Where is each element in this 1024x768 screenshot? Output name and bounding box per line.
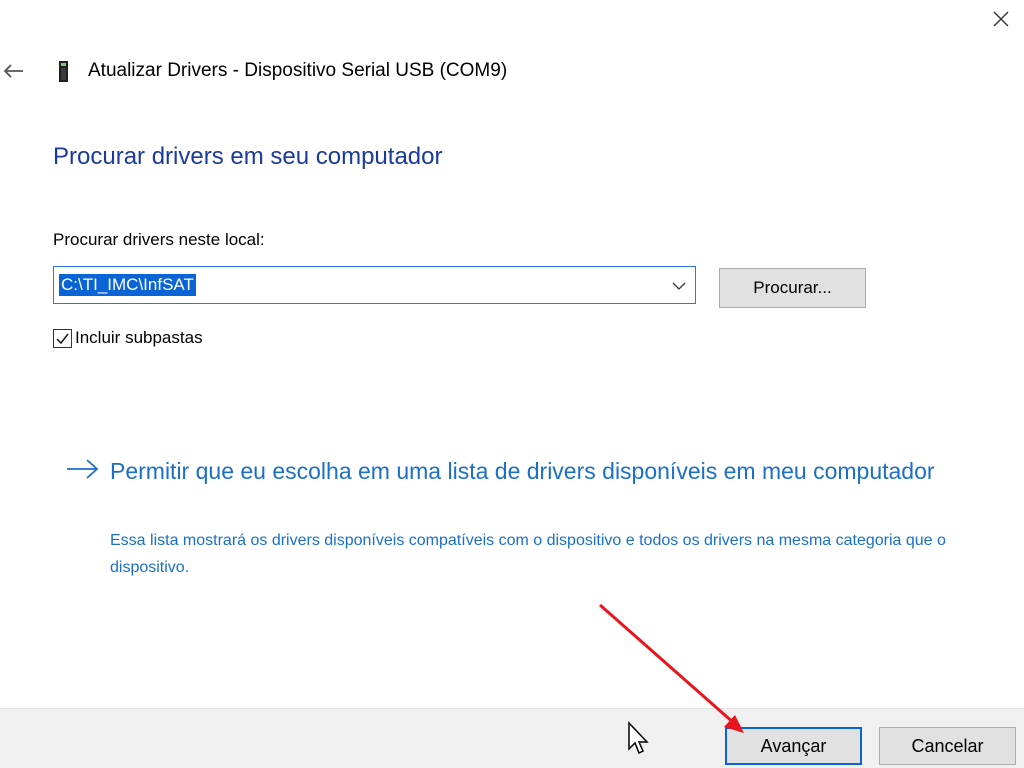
- red-arrow-line: [599, 603, 736, 726]
- arrow-right-icon: [67, 459, 99, 479]
- window-title: Atualizar Drivers - Dispositivo Serial U…: [88, 60, 508, 81]
- update-drivers-dialog: Atualizar Drivers - Dispositivo Serial U…: [0, 0, 1024, 768]
- close-button[interactable]: [986, 4, 1016, 34]
- page-heading: Procurar drivers em seu computador: [53, 143, 443, 170]
- checkmark-icon: [56, 333, 69, 344]
- include-subfolders-checkbox-row[interactable]: Incluir subpastas: [53, 328, 203, 348]
- usb-device-icon: [59, 61, 68, 82]
- next-button[interactable]: Avançar: [725, 727, 862, 765]
- include-subfolders-label: Incluir subpastas: [75, 328, 203, 347]
- location-label: Procurar drivers neste local:: [53, 230, 265, 249]
- close-icon: [993, 11, 1009, 27]
- path-input-value[interactable]: C:\TI_IMC\InfSAT: [59, 274, 196, 296]
- include-subfolders-checkbox[interactable]: [53, 328, 72, 348]
- choose-from-list-description: Essa lista mostrará os drivers disponíve…: [110, 532, 946, 576]
- choose-from-list-title[interactable]: Permitir que eu escolha em uma lista de …: [110, 454, 950, 488]
- chevron-down-icon[interactable]: [669, 276, 689, 296]
- cancel-button[interactable]: Cancelar: [879, 727, 1016, 765]
- path-combobox[interactable]: C:\TI_IMC\InfSAT: [53, 266, 696, 304]
- dialog-footer: [0, 708, 1024, 768]
- back-arrow-icon: [3, 64, 23, 78]
- mouse-cursor-icon: [628, 721, 649, 755]
- browse-button[interactable]: Procurar...: [719, 268, 866, 308]
- back-button[interactable]: [0, 58, 26, 84]
- annotation-overlay: [599, 603, 744, 733]
